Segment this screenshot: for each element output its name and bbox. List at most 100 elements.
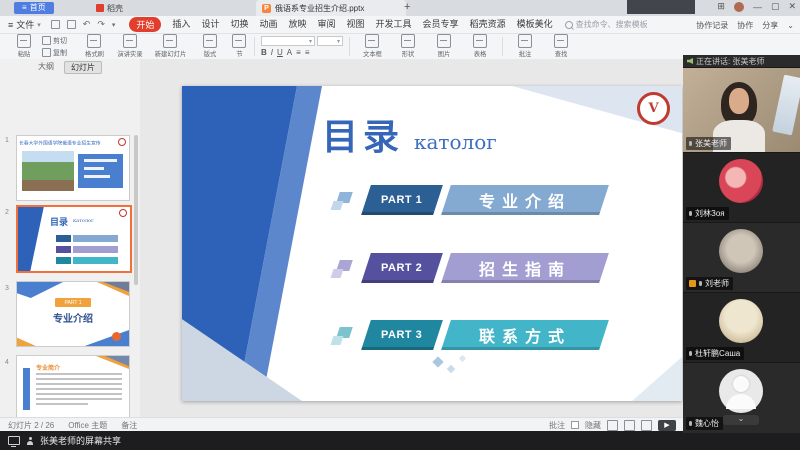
scrollbar-thumb[interactable] bbox=[134, 135, 138, 285]
part-row-1[interactable]: PART 1 专业介绍 bbox=[332, 185, 602, 215]
undo-icon[interactable]: ↶ bbox=[83, 19, 91, 30]
participant-tile[interactable]: ⌄ 魏心怡 bbox=[683, 362, 800, 433]
font-color-button[interactable]: A bbox=[287, 48, 292, 57]
screen-share-bar: 张美老师的屏幕共享 bbox=[0, 431, 800, 450]
table-button[interactable]: 表格 bbox=[462, 34, 498, 59]
paste-button[interactable]: 粘贴 bbox=[6, 34, 42, 59]
body-text-lines bbox=[36, 373, 122, 408]
slide-number: 2 bbox=[5, 209, 9, 216]
host-badge-icon bbox=[689, 280, 696, 287]
cut-button[interactable]: 剪切 bbox=[42, 36, 76, 46]
font-name-select[interactable]: ▾ bbox=[261, 36, 315, 46]
lecture-record-button[interactable]: 演讲实录 bbox=[112, 34, 148, 59]
comments-toggle[interactable]: 批注 bbox=[549, 420, 565, 431]
menu-home[interactable]: 开始 bbox=[129, 17, 161, 32]
menu-design[interactable]: 设计 bbox=[201, 17, 219, 32]
hide-checkbox[interactable] bbox=[571, 421, 579, 429]
close-button[interactable]: ✕ bbox=[788, 1, 796, 12]
file-menu[interactable]: ≡ 文件 ▾ bbox=[8, 18, 41, 31]
participant-name-label: 刘林Зоя bbox=[686, 207, 729, 220]
new-slide-button[interactable]: 新建幻灯片 bbox=[148, 34, 192, 59]
comment-button[interactable]: 批注 bbox=[507, 34, 543, 59]
decor-triangle bbox=[77, 330, 129, 346]
slide-thumbnail-2-selected[interactable]: 目录 католог bbox=[16, 205, 132, 273]
part3-box: PART 3 bbox=[361, 320, 443, 350]
italic-button[interactable]: I bbox=[271, 48, 273, 57]
slide-sorter-icon[interactable] bbox=[624, 420, 635, 431]
account-avatar[interactable] bbox=[734, 2, 744, 12]
maximize-button[interactable]: ▢ bbox=[771, 1, 780, 12]
reading-view-icon[interactable] bbox=[641, 420, 652, 431]
part-row-3[interactable]: PART 3 联系方式 bbox=[332, 320, 602, 350]
school-logo: V bbox=[637, 92, 670, 125]
thumb2-subtitle: католог bbox=[73, 218, 94, 224]
participant-tile[interactable]: 杜轩鹏Саша bbox=[683, 292, 800, 363]
picture-button[interactable]: 图片 bbox=[426, 34, 462, 59]
menu-review[interactable]: 审阅 bbox=[318, 17, 336, 32]
bold-button[interactable]: B bbox=[261, 48, 267, 57]
copy-button[interactable]: 复制 bbox=[42, 48, 76, 58]
participant-tile[interactable]: 刘林Зоя bbox=[683, 152, 800, 223]
menu-devtools[interactable]: 开发工具 bbox=[376, 17, 412, 32]
layout-button[interactable]: 版式 bbox=[192, 34, 228, 59]
menu-insert[interactable]: 插入 bbox=[172, 17, 190, 32]
participant-video-tile[interactable]: 张美老师 bbox=[683, 67, 800, 153]
table-icon bbox=[473, 34, 487, 48]
save-icon[interactable] bbox=[51, 20, 60, 29]
menu-docer-resources[interactable]: 稻壳资源 bbox=[470, 17, 506, 32]
theme-name[interactable]: Office 主题 bbox=[68, 420, 107, 431]
current-slide[interactable]: V 目录 католог PART 1 专业介绍 PART 2 招生指南 PAR… bbox=[182, 86, 682, 401]
menu-animation[interactable]: 动画 bbox=[259, 17, 277, 32]
layout-grid-icon[interactable]: ⊞ bbox=[717, 1, 725, 12]
scatter-decor bbox=[447, 365, 455, 373]
slide-thumbnail-3[interactable]: PART 1 专业介绍 bbox=[16, 281, 130, 347]
share-button[interactable]: 分享 bbox=[762, 20, 778, 31]
marker-dot bbox=[112, 332, 121, 341]
chevron-down-icon[interactable]: ⌄ bbox=[787, 21, 794, 30]
docer-tab[interactable]: 稻壳 bbox=[96, 2, 123, 14]
tab-outline[interactable]: 大纲 bbox=[38, 61, 54, 74]
participant-tile[interactable]: 刘老师 bbox=[683, 222, 800, 293]
slideshow-play-button[interactable]: ▶ bbox=[658, 420, 676, 431]
section-button[interactable]: 节 bbox=[228, 34, 250, 59]
menu-templates[interactable]: 模板美化 bbox=[517, 17, 553, 32]
align-left-icon[interactable]: ≡ bbox=[296, 48, 301, 57]
file-menu-label: 文件 bbox=[16, 18, 34, 31]
print-icon[interactable] bbox=[67, 20, 76, 29]
history-button[interactable]: 协作记录 bbox=[696, 20, 728, 31]
underline-button[interactable]: U bbox=[277, 48, 283, 57]
collapse-chevron-button[interactable]: ⌄ bbox=[723, 415, 759, 425]
home-tab[interactable]: ≡ 首页 bbox=[14, 2, 54, 14]
chevron-down-icon[interactable]: ▾ bbox=[112, 21, 116, 29]
thumb2-title: 目录 bbox=[50, 215, 68, 228]
textbox-button[interactable]: 文本框 bbox=[354, 34, 390, 59]
align-center-icon[interactable]: ≡ bbox=[305, 48, 310, 57]
minimize-button[interactable]: — bbox=[753, 2, 762, 12]
redo-icon[interactable]: ↷ bbox=[97, 19, 105, 30]
docer-tab-label: 稻壳 bbox=[107, 3, 123, 14]
menu-membership[interactable]: 会员专享 bbox=[423, 17, 459, 32]
find-button[interactable]: 查找 bbox=[543, 34, 579, 59]
shapes-button[interactable]: 形状 bbox=[390, 34, 426, 59]
normal-view-icon[interactable] bbox=[607, 420, 618, 431]
collaborate-button[interactable]: 协作 bbox=[737, 20, 753, 31]
status-left: 幻灯片 2 / 26 Office 主题 备注 bbox=[8, 420, 137, 431]
part-row-2[interactable]: PART 2 招生指南 bbox=[332, 253, 602, 283]
command-search[interactable]: 查找命令、搜索模板 bbox=[565, 19, 648, 30]
menu-transition[interactable]: 切换 bbox=[230, 17, 248, 32]
new-tab-button[interactable]: + bbox=[404, 1, 410, 13]
font-size-select[interactable]: ▾ bbox=[317, 36, 343, 46]
decor-triangle bbox=[17, 282, 63, 298]
notes-toggle[interactable]: 备注 bbox=[121, 420, 137, 431]
menu-view[interactable]: 视图 bbox=[347, 17, 365, 32]
format-painter-button[interactable]: 格式刷 bbox=[76, 34, 112, 59]
scatter-decor bbox=[432, 356, 443, 367]
slide-counter: 幻灯片 2 / 26 bbox=[8, 420, 54, 431]
slide-thumbnail-1[interactable]: 长春大学外国语学院俄语专业招生宣传 bbox=[16, 135, 130, 201]
docer-icon bbox=[96, 4, 104, 12]
slide-thumbnail-4[interactable]: 专业简介 bbox=[16, 355, 130, 417]
slide-canvas[interactable]: V 目录 католог PART 1 专业介绍 PART 2 招生指南 PAR… bbox=[140, 59, 683, 417]
document-tab[interactable]: P 俄语系专业招生介绍.pptx bbox=[256, 0, 406, 16]
tab-slides[interactable]: 幻灯片 bbox=[64, 61, 102, 74]
menu-slideshow[interactable]: 放映 bbox=[288, 17, 306, 32]
